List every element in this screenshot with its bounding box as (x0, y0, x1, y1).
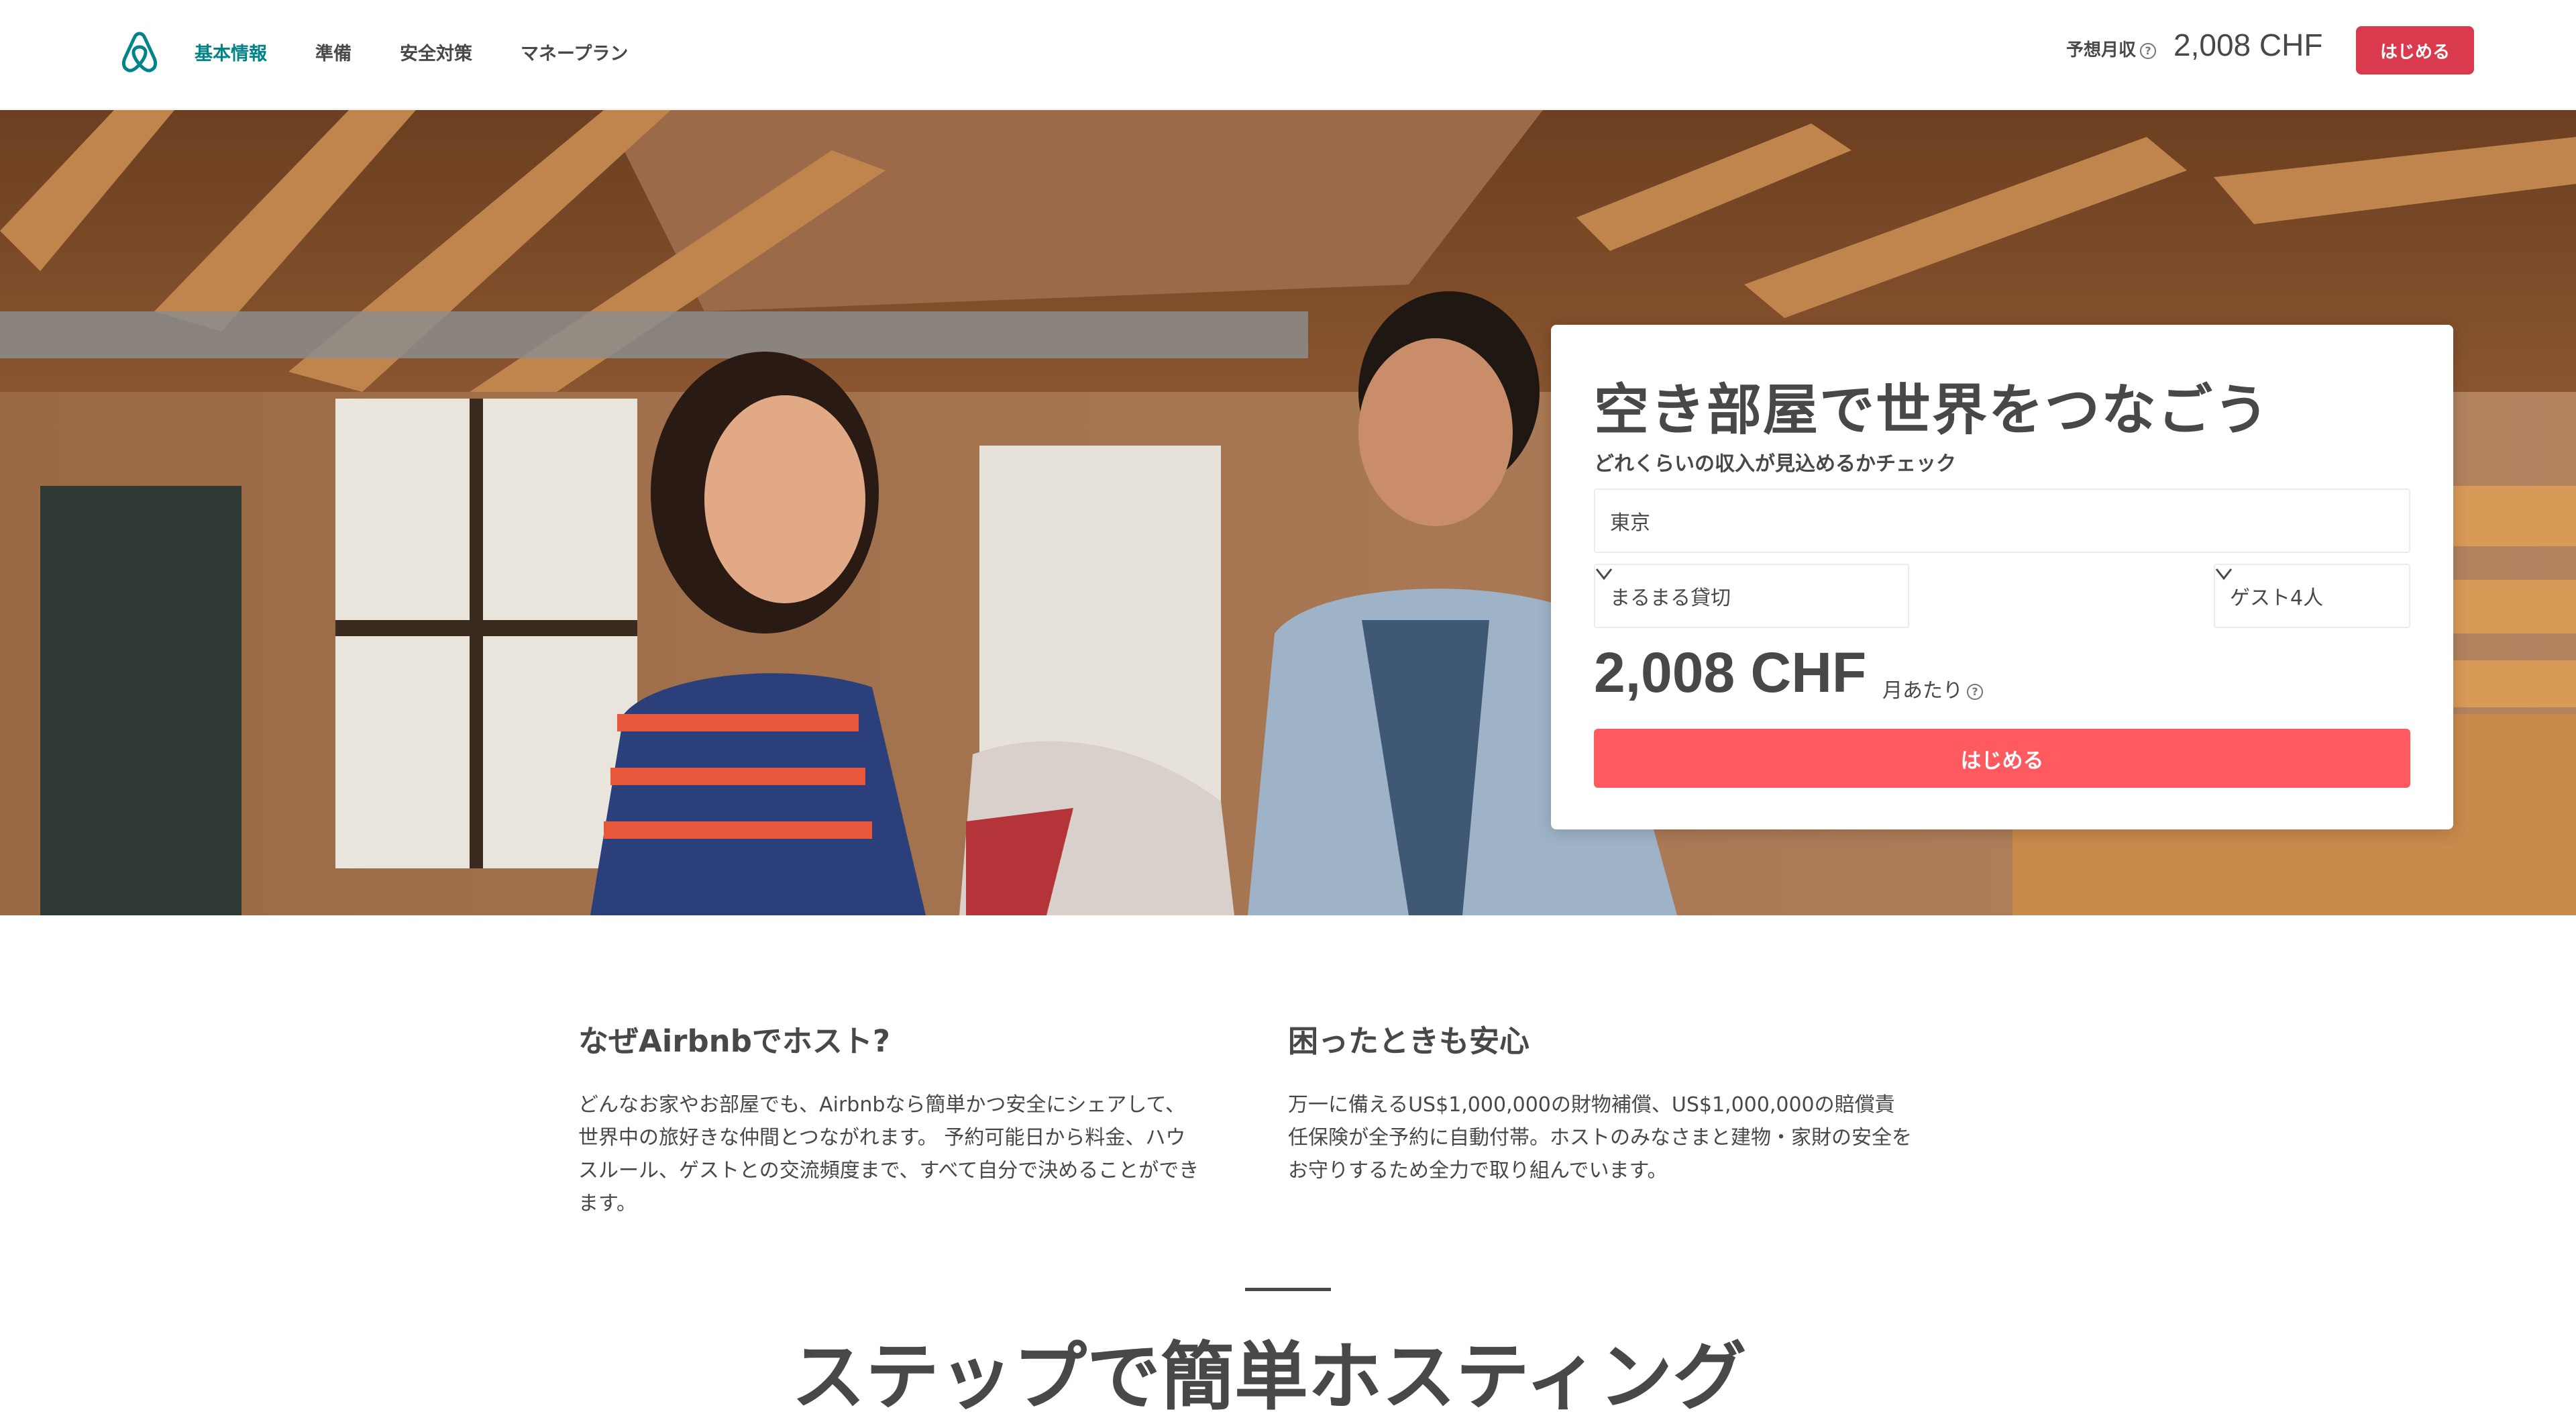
card-title: 空き部屋で世界をつなごう (1594, 378, 2271, 442)
safety-section: 困ったときも安心 万一に備えるUS$1,000,000の財物補償、US$1,00… (1288, 1017, 1932, 1187)
header-start-button[interactable]: はじめる (2356, 26, 2474, 74)
question-circle-icon[interactable]: ? (1967, 683, 1983, 700)
safety-heading: 困ったときも安心 (1288, 1023, 1530, 1059)
estimated-price: 2,008 CHF (1594, 641, 1867, 704)
estimated-earnings-value: 2,008 CHF (2174, 28, 2323, 62)
room-type-value: まるまる貸切 (1610, 587, 1731, 610)
card-start-button[interactable]: はじめる (1594, 729, 2410, 788)
estimated-earnings-text: 予想月収 (2066, 40, 2137, 60)
nav-item-money-plan[interactable]: マネープラン (521, 39, 628, 65)
chevron-down-icon (2215, 568, 2233, 580)
nav-item-preparation[interactable]: 準備 (315, 39, 352, 65)
next-section-heading: ステップで簡単ホスティング (792, 1334, 1747, 1420)
estimated-earnings-label: 予想月収? (2066, 36, 2157, 61)
top-navigation-bar: 基本情報 準備 安全対策 マネープラン 予想月収? 2,008 CHF はじめる (0, 0, 2576, 109)
nav-item-safety[interactable]: 安全対策 (400, 39, 472, 65)
city-input[interactable]: 東京 (1594, 489, 2410, 553)
nav-item-basics[interactable]: 基本情報 (195, 39, 267, 65)
why-host-body: どんなお家やお部屋でも、Airbnbなら簡単かつ安全にシェアして、世界中の旅好き… (578, 1093, 1199, 1215)
section-divider (1245, 1288, 1331, 1291)
guest-count-value: ゲスト4人 (2230, 587, 2324, 610)
per-month-label: 月あたり? (1882, 674, 1983, 703)
room-type-select[interactable]: まるまる貸切 (1594, 564, 1909, 628)
why-host-heading: なぜAirbnbでホスト? (578, 1023, 891, 1059)
safety-body: 万一に備えるUS$1,000,000の財物補償、US$1,000,000の賠償責… (1288, 1093, 1912, 1182)
chevron-down-icon (1595, 568, 1613, 580)
why-host-section: なぜAirbnbでホスト? どんなお家やお部屋でも、Airbnbなら簡単かつ安全… (578, 1017, 1222, 1220)
main-nav: 基本情報 準備 安全対策 マネープラン (195, 39, 676, 65)
card-subtitle: どれくらいの収入が見込めるかチェック (1594, 452, 1956, 476)
question-circle-icon[interactable]: ? (2140, 42, 2157, 59)
city-input-value: 東京 (1610, 511, 1650, 535)
hero-photo: 空き部屋で世界をつなごう どれくらいの収入が見込めるかチェック 東京 まるまる貸… (0, 110, 2576, 915)
earnings-estimate-card: 空き部屋で世界をつなごう どれくらいの収入が見込めるかチェック 東京 まるまる貸… (1551, 325, 2453, 829)
per-month-text: 月あたり (1882, 679, 1963, 703)
airbnb-logo-icon[interactable] (118, 30, 161, 75)
guest-count-select[interactable]: ゲスト4人 (2214, 564, 2410, 628)
